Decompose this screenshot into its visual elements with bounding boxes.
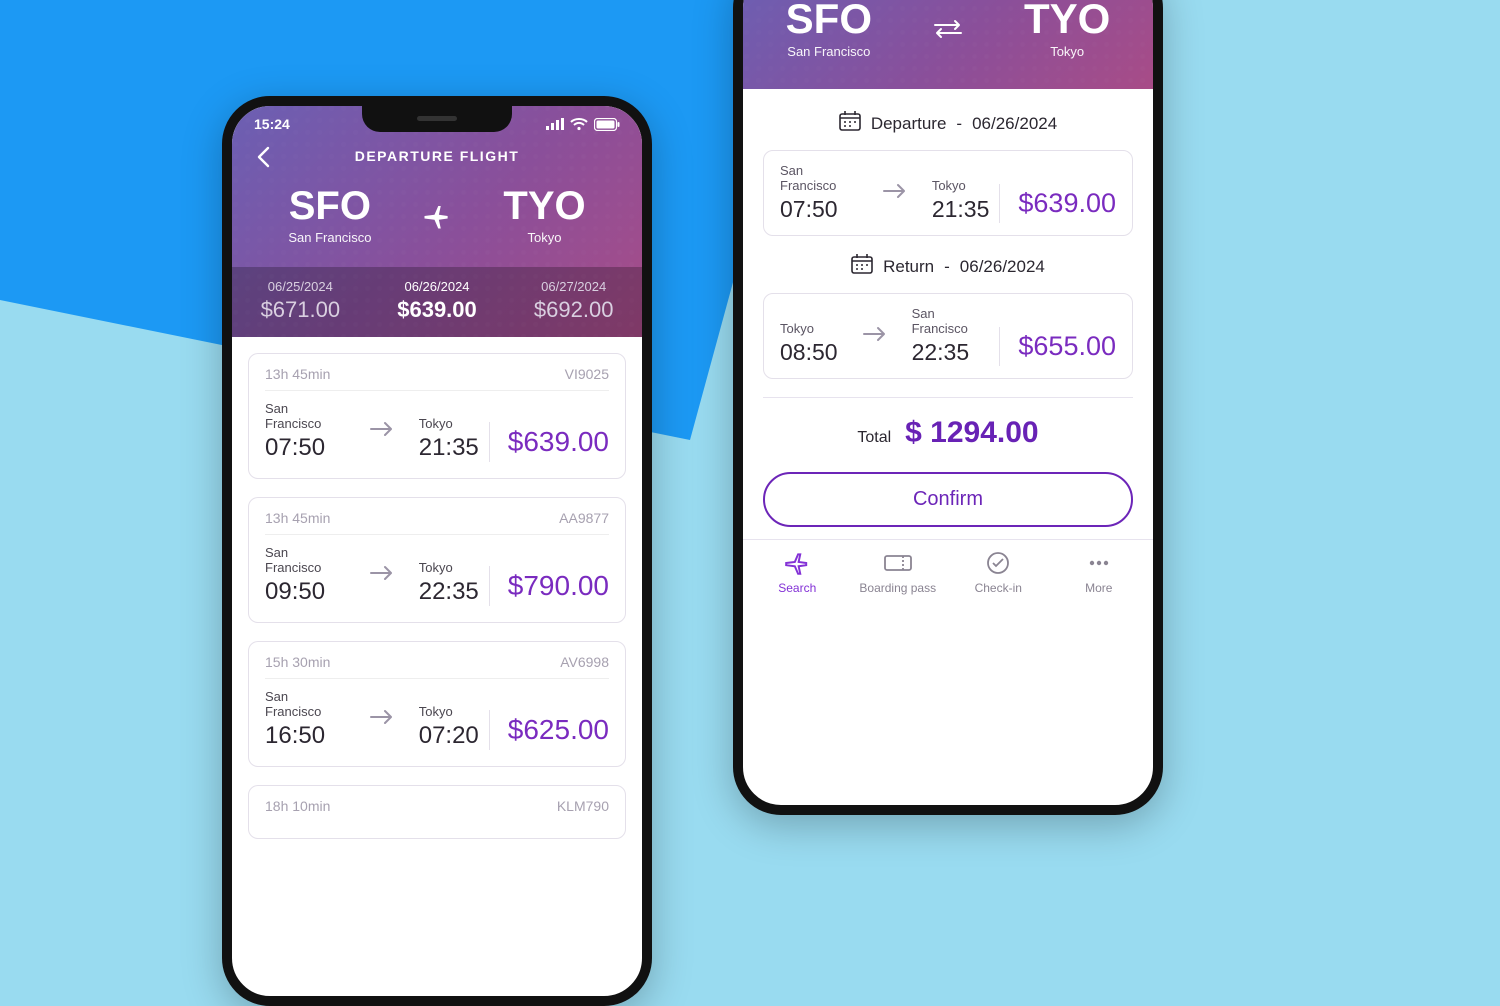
tab-more[interactable]: More: [1049, 550, 1150, 595]
departure-heading: Departure - 06/26/2024: [763, 111, 1133, 136]
from-code: SFO: [288, 186, 371, 226]
flight-card[interactable]: 18h 10min KLM790: [248, 785, 626, 839]
total-amount: $ 1294.00: [905, 416, 1038, 450]
flight-price: $790.00: [489, 566, 609, 606]
tab-bar: Search Boarding pass Check-in More: [743, 539, 1153, 609]
cellular-icon: [546, 118, 564, 130]
departure-date: 06/26/2024: [972, 114, 1057, 134]
flight-price: $639.00: [999, 184, 1116, 223]
to-city: Tokyo: [503, 230, 585, 245]
flight-duration: 15h 30min: [265, 654, 330, 670]
phone-summary: SFO San Francisco TYO Tokyo Departure - …: [733, 0, 1163, 815]
confirm-button[interactable]: Confirm: [763, 472, 1133, 527]
divider: [763, 397, 1133, 398]
airplane-icon: [417, 196, 457, 236]
flight-card[interactable]: 13h 45minAA9877 San Francisco09:50 Tokyo…: [248, 497, 626, 623]
date-option[interactable]: 06/25/2024 $671.00: [232, 267, 369, 337]
flight-card[interactable]: 13h 45minVI9025 San Francisco07:50 Tokyo…: [248, 353, 626, 479]
arrow-right-icon: [369, 420, 395, 443]
return-date: 06/26/2024: [960, 257, 1045, 277]
flight-number: VI9025: [565, 366, 609, 382]
date-option[interactable]: 06/27/2024 $692.00: [505, 267, 642, 337]
flight-price: $639.00: [489, 422, 609, 462]
to-code: TYO: [1024, 0, 1110, 40]
flight-price: $625.00: [489, 710, 609, 750]
battery-icon: [594, 118, 620, 131]
arrow-right-icon: [862, 325, 888, 348]
departure-summary-card[interactable]: San Francisco07:50 Tokyo21:35 $639.00: [763, 150, 1133, 236]
flight-duration: 13h 45min: [265, 510, 330, 526]
header: SFO San Francisco TYO Tokyo: [743, 0, 1153, 89]
arrow-right-icon: [882, 182, 908, 205]
flight-duration: 18h 10min: [265, 798, 330, 814]
wifi-icon: [570, 118, 588, 131]
summary-body: Departure - 06/26/2024 San Francisco07:5…: [743, 89, 1153, 539]
route-header: SFO San Francisco TYO Tokyo: [743, 0, 1153, 89]
flight-price: $655.00: [999, 327, 1116, 366]
flight-number: AV6998: [560, 654, 609, 670]
page-title: DEPARTURE FLIGHT: [232, 148, 642, 164]
check-circle-icon: [985, 550, 1011, 576]
chevron-left-icon: [256, 146, 270, 168]
header: 15:24 DEPARTURE FLIGHT SFO San Francisco: [232, 106, 642, 337]
arrow-right-icon: [369, 708, 395, 731]
tab-search[interactable]: Search: [747, 550, 848, 595]
to-city: Tokyo: [1024, 44, 1110, 59]
from-city: San Francisco: [288, 230, 371, 245]
calendar-icon: [851, 254, 873, 279]
total-row: Total $ 1294.00: [763, 416, 1133, 450]
clock: 15:24: [254, 116, 290, 132]
tab-check-in[interactable]: Check-in: [948, 550, 1049, 595]
return-heading: Return - 06/26/2024: [763, 254, 1133, 279]
tab-boarding-pass[interactable]: Boarding pass: [848, 550, 949, 595]
calendar-icon: [839, 111, 861, 136]
date-price-strip: 06/25/2024 $671.00 06/26/2024 $639.00 06…: [232, 267, 642, 337]
flight-number: AA9877: [559, 510, 609, 526]
route-header: SFO San Francisco TYO Tokyo: [232, 172, 642, 267]
swap-icon[interactable]: [928, 9, 968, 49]
flight-card[interactable]: 15h 30minAV6998 San Francisco16:50 Tokyo…: [248, 641, 626, 767]
dots-icon: [1084, 550, 1114, 576]
flight-number: KLM790: [557, 798, 609, 814]
flight-duration: 13h 45min: [265, 366, 330, 382]
phone-departure-list: 15:24 DEPARTURE FLIGHT SFO San Francisco: [222, 96, 652, 1006]
to-code: TYO: [503, 186, 585, 226]
from-city: San Francisco: [786, 44, 872, 59]
flight-list[interactable]: 13h 45minVI9025 San Francisco07:50 Tokyo…: [232, 337, 642, 839]
ticket-icon: [883, 550, 913, 576]
from-code: SFO: [786, 0, 872, 40]
return-summary-card[interactable]: Tokyo08:50 San Francisco22:35 $655.00: [763, 293, 1133, 379]
date-option-selected[interactable]: 06/26/2024 $639.00: [369, 267, 506, 337]
back-button[interactable]: [248, 142, 278, 172]
airplane-icon: [783, 550, 811, 576]
arrow-right-icon: [369, 564, 395, 587]
